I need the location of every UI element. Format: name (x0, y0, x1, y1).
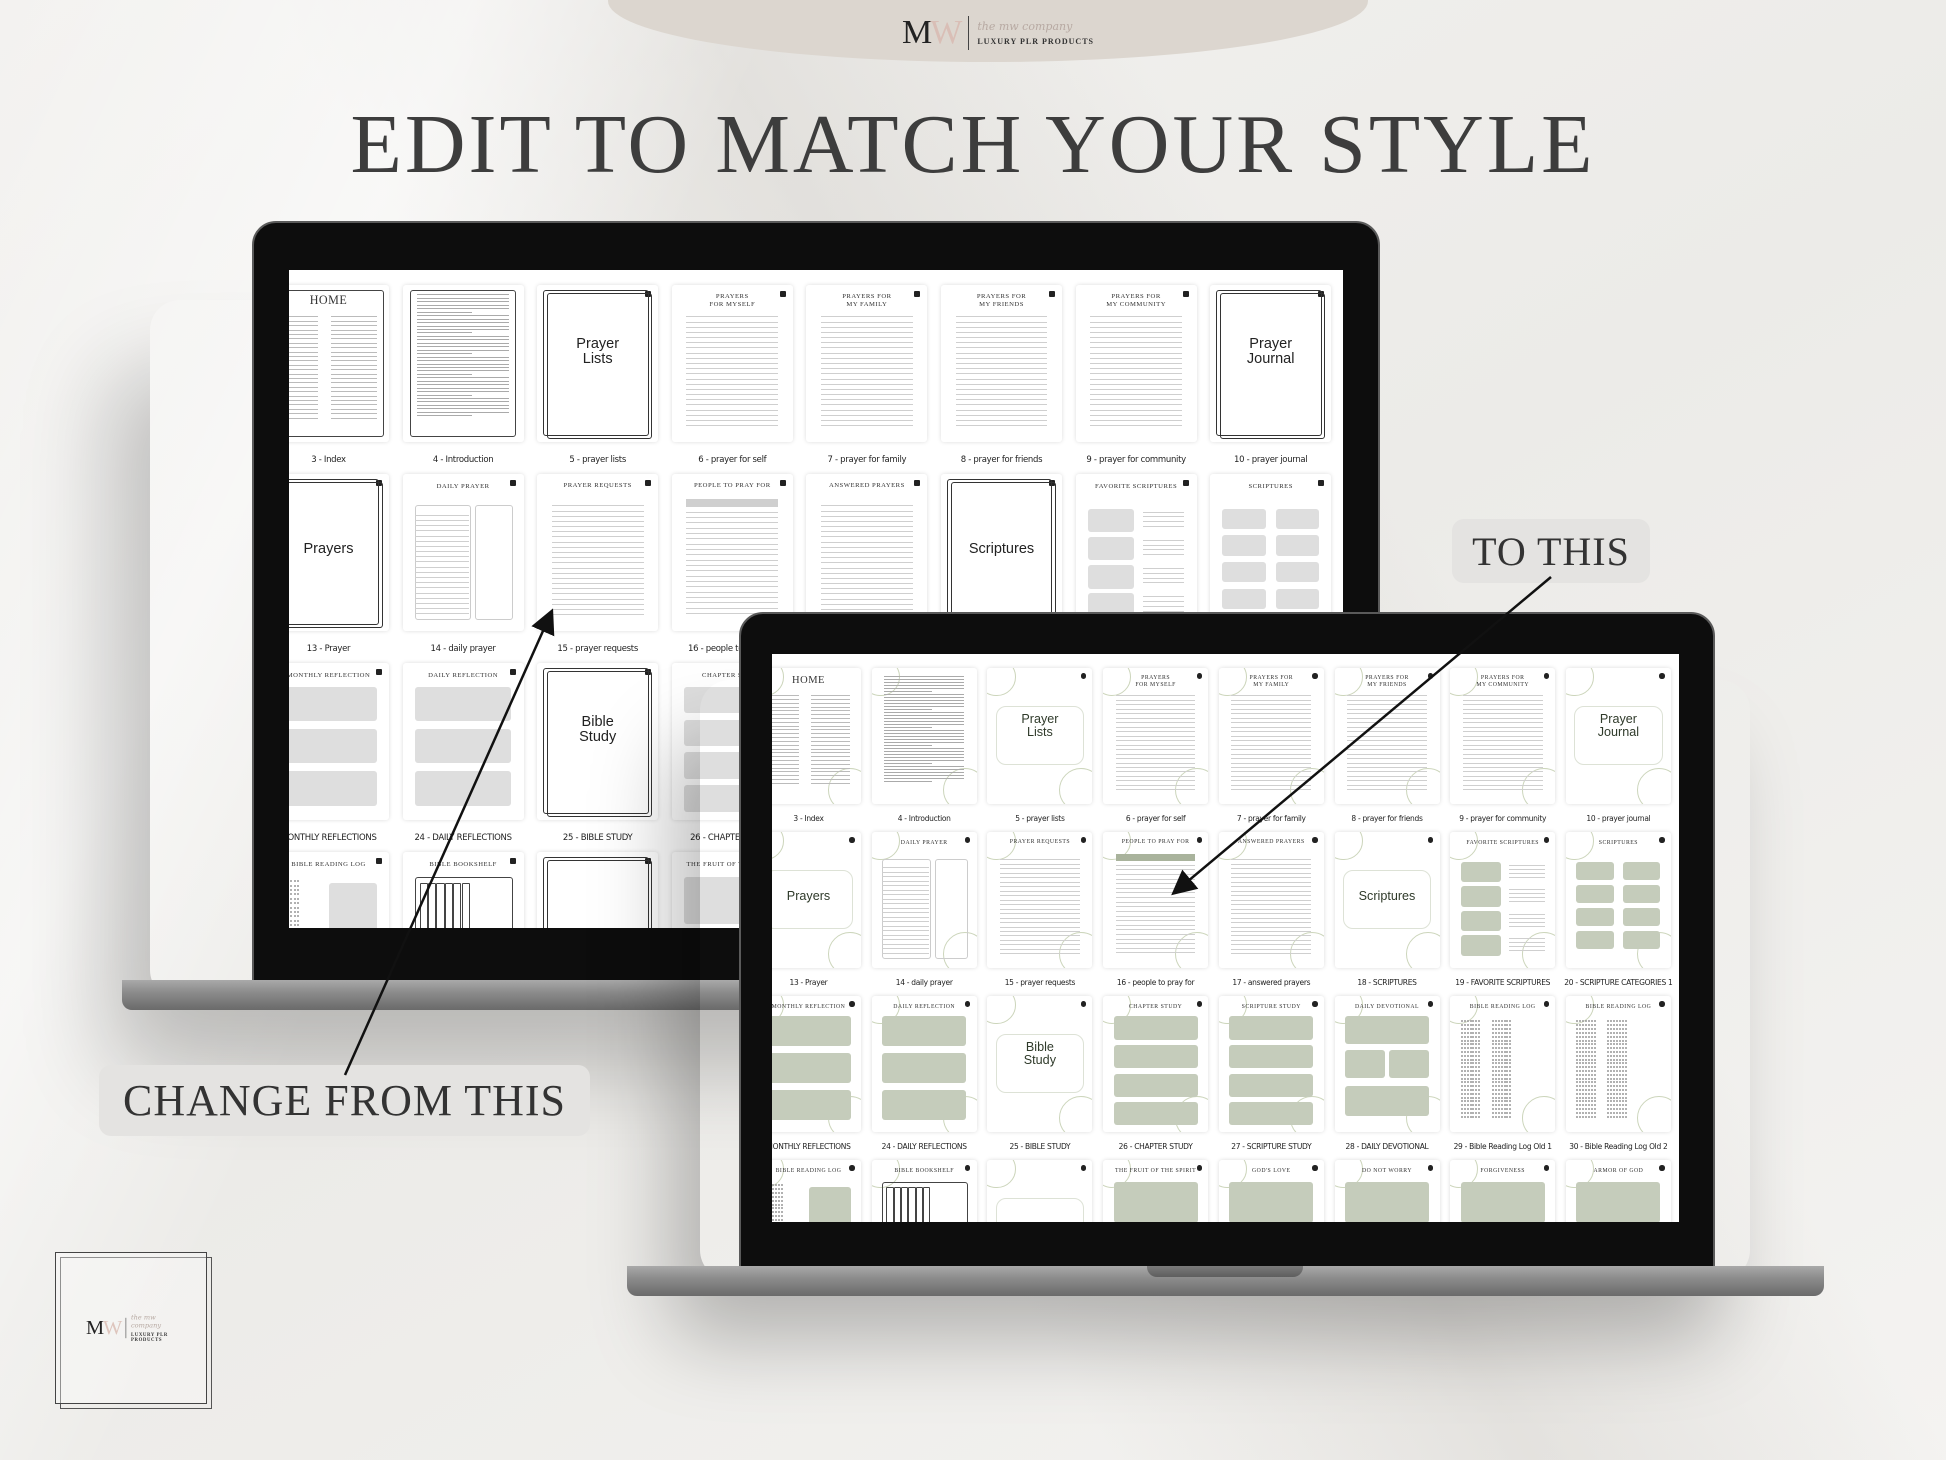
logo-script: the mw company (130, 1313, 162, 1330)
brand-logo-small: MW the mw company LUXURY PLR PRODUCTS (86, 1314, 176, 1343)
after-arrow (1171, 576, 1552, 896)
logo-box: MW the mw company LUXURY PLR PRODUCTS (55, 1252, 207, 1404)
before-arrow (343, 608, 555, 1076)
callout-arrows (343, 576, 1552, 1076)
logo-tagline: LUXURY PLR PRODUCTS (130, 1331, 168, 1343)
logo-monogram: MW (86, 1316, 122, 1339)
